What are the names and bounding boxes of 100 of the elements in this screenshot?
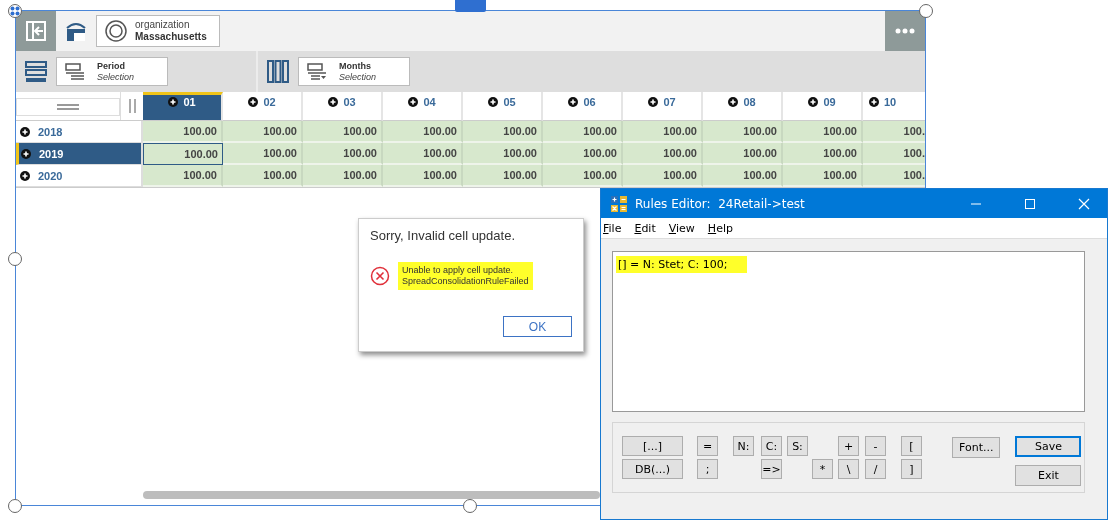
table-cell[interactable]: 100.00: [703, 143, 783, 165]
table-cell[interactable]: 100.00: [223, 121, 303, 143]
maximize-icon: [1024, 197, 1036, 210]
table-cell[interactable]: 100.00: [783, 143, 863, 165]
column-header[interactable]: 02: [223, 92, 303, 121]
resize-handle[interactable]: [8, 4, 22, 18]
table-cell[interactable]: 100.00: [383, 143, 463, 165]
table-cell[interactable]: 100.: [863, 143, 925, 165]
rule-text-area[interactable]: [] = N: Stet; C: 100;: [612, 251, 1085, 412]
table-cell[interactable]: 100.00: [543, 165, 623, 187]
table-cell[interactable]: 100.: [863, 165, 925, 187]
token-button[interactable]: *: [812, 459, 833, 479]
row-header[interactable]: 2018: [16, 121, 143, 143]
ok-button[interactable]: OK: [503, 316, 572, 337]
column-header[interactable]: 09: [783, 92, 863, 121]
column-header[interactable]: 06: [543, 92, 623, 121]
table-cell[interactable]: 100.00: [703, 121, 783, 143]
close-icon: [1078, 197, 1090, 210]
column-header[interactable]: 04: [383, 92, 463, 121]
rows-icon[interactable]: [25, 60, 47, 83]
token-button[interactable]: ;: [697, 459, 718, 479]
menu-item[interactable]: Edit: [634, 221, 656, 235]
row-header[interactable]: 2020: [16, 165, 143, 187]
table-cell[interactable]: 100.00: [543, 143, 623, 165]
token-button[interactable]: N:: [733, 436, 754, 456]
column-header[interactable]: 03: [303, 92, 383, 121]
expand-icon[interactable]: [328, 97, 339, 107]
menu-item[interactable]: File: [603, 221, 622, 235]
calculator-icon: [611, 195, 627, 212]
table-cell[interactable]: 100.00: [623, 121, 703, 143]
expand-icon[interactable]: [168, 97, 179, 107]
filter-selector[interactable]: Months Selection: [298, 57, 410, 86]
expand-icon[interactable]: [808, 97, 819, 107]
exit-button[interactable]: Exit: [1015, 465, 1082, 486]
resize-handle[interactable]: [463, 499, 477, 513]
table-cell[interactable]: 100.00: [383, 165, 463, 187]
row-header[interactable]: 2019: [16, 143, 143, 165]
filter-selector[interactable]: Period Selection: [56, 57, 168, 86]
more-button[interactable]: [885, 11, 925, 51]
resize-handle[interactable]: [8, 252, 22, 266]
scrollbar-thumb[interactable]: [143, 491, 600, 499]
resize-handle[interactable]: [919, 4, 933, 18]
table-cell[interactable]: 100.00: [703, 165, 783, 187]
token-button[interactable]: [: [901, 436, 922, 456]
table-cell[interactable]: 100.00: [543, 121, 623, 143]
collapse-button[interactable]: [16, 11, 56, 51]
table-cell[interactable]: 100.00: [303, 143, 383, 165]
column-header[interactable]: 05: [463, 92, 543, 121]
table-cell[interactable]: 100.00: [383, 121, 463, 143]
table-cell[interactable]: 100.: [863, 121, 925, 143]
table-cell[interactable]: 100.00: [303, 165, 383, 187]
expand-icon[interactable]: [20, 126, 30, 137]
expand-icon[interactable]: [20, 170, 30, 181]
expand-icon[interactable]: [21, 148, 31, 159]
token-button[interactable]: -: [865, 436, 886, 456]
token-button[interactable]: ]: [901, 459, 922, 479]
expand-icon[interactable]: [728, 97, 739, 107]
table-cell[interactable]: 100.00: [223, 143, 303, 165]
column-header[interactable]: 08: [703, 92, 783, 121]
column-header[interactable]: 07: [623, 92, 703, 121]
token-button[interactable]: /: [865, 459, 886, 479]
expand-icon[interactable]: [488, 97, 499, 107]
columns-icon[interactable]: [267, 60, 289, 83]
token-button[interactable]: \: [838, 459, 859, 479]
menu-item[interactable]: Help: [707, 221, 733, 235]
token-button[interactable]: =>: [761, 459, 782, 479]
table-cell[interactable]: 100.00: [783, 165, 863, 187]
token-button[interactable]: C:: [761, 436, 782, 456]
table-cell[interactable]: 100.00: [463, 143, 543, 165]
drag-handle-icon[interactable]: [57, 104, 79, 110]
filter-title: Period: [97, 60, 126, 72]
organization-selector[interactable]: organization Massachusetts: [96, 15, 220, 47]
expand-icon[interactable]: [248, 97, 259, 107]
table-cell[interactable]: 100.00: [143, 165, 223, 187]
expand-icon[interactable]: [869, 97, 879, 107]
expand-icon[interactable]: [408, 97, 419, 107]
expand-icon[interactable]: [568, 97, 579, 107]
menu-item[interactable]: View: [668, 221, 695, 235]
table-cell[interactable]: 100.00: [143, 143, 223, 165]
table-cell[interactable]: 100.00: [463, 121, 543, 143]
column-header[interactable]: 01: [143, 92, 223, 121]
save-button[interactable]: Save: [1015, 436, 1082, 457]
token-button[interactable]: [...]: [622, 436, 683, 456]
token-button[interactable]: DB(...): [622, 459, 683, 479]
lines-icon: [65, 62, 85, 81]
expand-icon[interactable]: [648, 97, 659, 107]
resize-handle[interactable]: [8, 499, 22, 513]
table-cell[interactable]: 100.00: [783, 121, 863, 143]
token-button[interactable]: =: [697, 436, 718, 456]
table-cell[interactable]: 100.00: [623, 143, 703, 165]
table-cell[interactable]: 100.00: [303, 121, 383, 143]
column-label: 01: [183, 96, 196, 108]
token-button[interactable]: +: [838, 436, 859, 456]
table-cell[interactable]: 100.00: [223, 165, 303, 187]
table-cell[interactable]: 100.00: [463, 165, 543, 187]
table-cell[interactable]: 100.00: [143, 121, 223, 143]
table-cell[interactable]: 100.00: [623, 165, 703, 187]
font-button[interactable]: Font...: [952, 437, 1001, 458]
token-button[interactable]: S:: [787, 436, 808, 456]
error-icon: [370, 266, 390, 286]
